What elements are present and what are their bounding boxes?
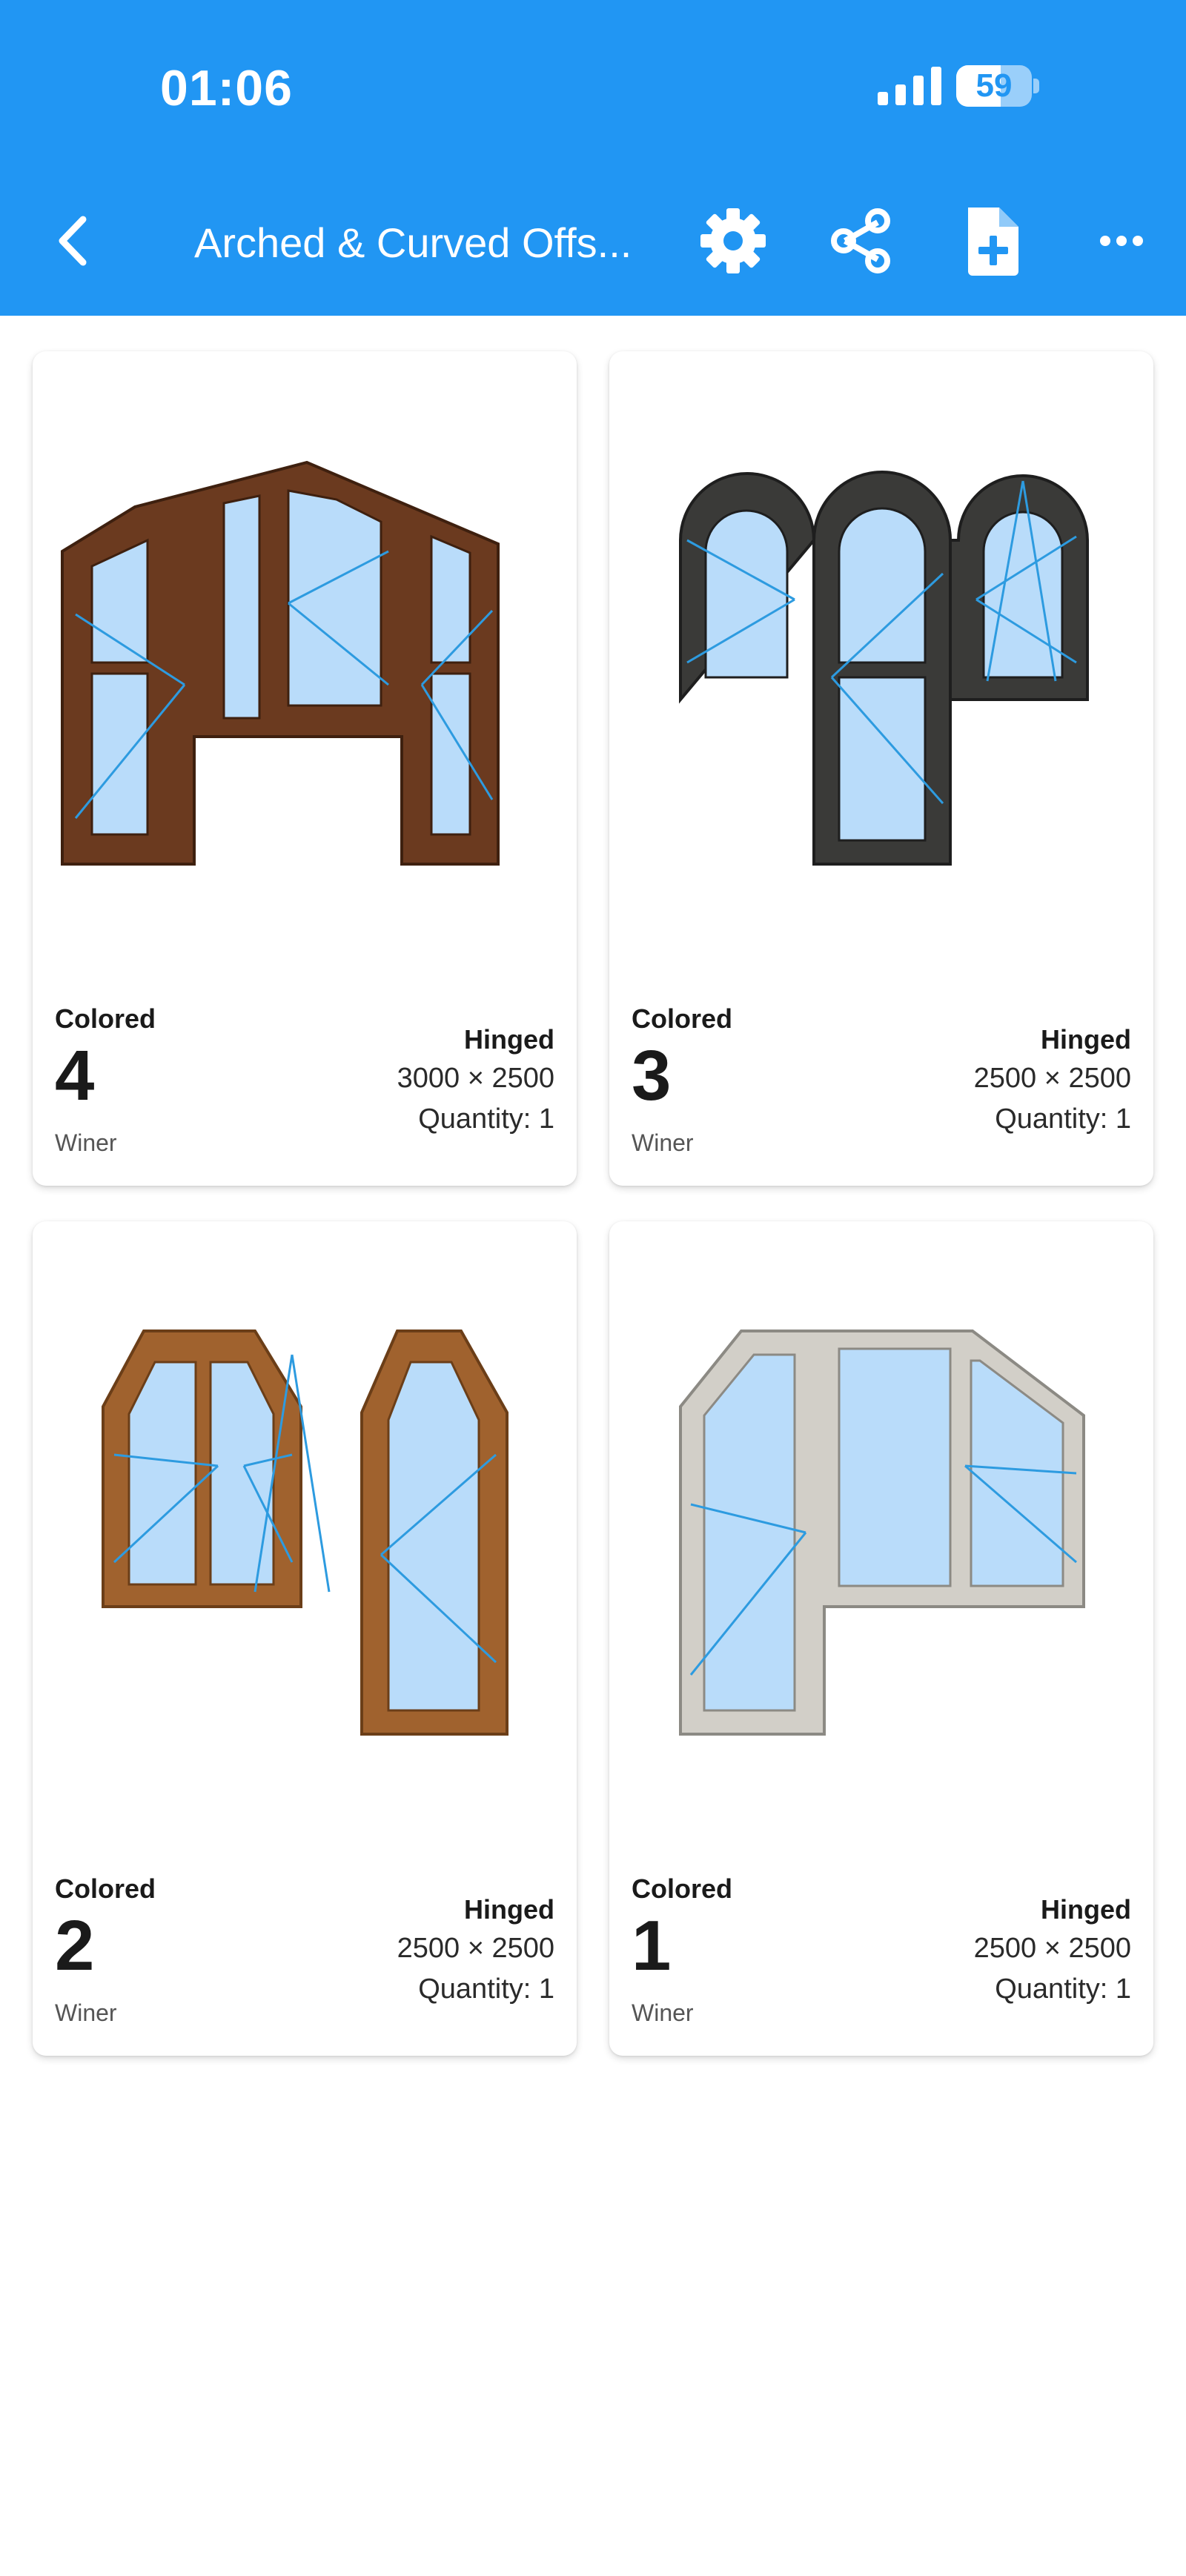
chevron-left-icon [59, 216, 87, 266]
card-brand: Winer [632, 1999, 694, 2026]
glass-pane [838, 1347, 952, 1587]
card-type: Hinged [1041, 1024, 1131, 1055]
battery-percent: 59 [975, 67, 1013, 104]
card-dimensions: 2500 × 2500 [397, 1933, 554, 1964]
battery-indicator: 59 [956, 65, 1039, 107]
window-drawing [61, 460, 500, 866]
glass-pane [704, 509, 789, 679]
card-color: Colored [632, 1873, 733, 1904]
card-brand: Winer [632, 1129, 694, 1156]
status-time: 01:06 [160, 60, 293, 116]
card-dimensions: 2500 × 2500 [973, 1933, 1131, 1964]
cellular-signal-icon [878, 67, 941, 105]
glass-pane [90, 672, 149, 836]
share-icon [831, 208, 890, 273]
page-title: Arched & Curved Offs... [194, 219, 632, 266]
glass-pane [838, 507, 927, 664]
card-brand: Winer [55, 1129, 117, 1156]
add-document-button[interactable] [952, 200, 1033, 282]
card-type: Hinged [464, 1894, 554, 1925]
window-drawing [679, 471, 1089, 866]
card-quantity: Quantity: 1 [995, 1103, 1131, 1135]
product-card[interactable]: Colored 4 Winer Hinged 3000 × 2500 Quant… [33, 351, 577, 1186]
product-card[interactable]: Colored 2 Winer Hinged 2500 × 2500 Quant… [33, 1221, 577, 2056]
card-color: Colored [55, 1873, 156, 1904]
card-color: Colored [55, 1003, 156, 1034]
card-number: 3 [632, 1036, 672, 1115]
glass-pane [222, 494, 261, 720]
card-brand: Winer [55, 1999, 117, 2026]
add-document-icon [968, 208, 1018, 276]
card-dimensions: 2500 × 2500 [973, 1063, 1131, 1094]
back-button[interactable] [44, 208, 104, 274]
window-drawing [102, 1330, 508, 1736]
glass-pane [287, 489, 382, 707]
card-quantity: Quantity: 1 [418, 1974, 554, 2005]
card-dimensions: 3000 × 2500 [397, 1063, 554, 1094]
card-number: 1 [632, 1906, 672, 1985]
battery-tip [1033, 79, 1039, 93]
card-type: Hinged [1041, 1894, 1131, 1925]
gear-icon [700, 208, 766, 273]
glass-pane [209, 1361, 275, 1586]
settings-button[interactable] [692, 200, 774, 282]
more-button[interactable] [1081, 200, 1162, 282]
window-drawing [679, 1330, 1085, 1736]
card-type: Hinged [464, 1024, 554, 1055]
glass-pane [703, 1353, 796, 1712]
share-button[interactable] [821, 200, 903, 282]
glass-pane [127, 1361, 197, 1586]
more-horizontal-icon [1100, 236, 1143, 246]
glass-pane [430, 534, 471, 664]
card-number: 2 [55, 1906, 95, 1985]
product-card[interactable]: Colored 3 Winer Hinged 2500 × 2500 Quant… [609, 351, 1153, 1186]
app-header: 01:06 59 Arched & Curved Offs... [0, 0, 1186, 316]
product-card[interactable]: Colored 1 Winer Hinged 2500 × 2500 Quant… [609, 1221, 1153, 2056]
card-number: 4 [55, 1036, 95, 1115]
card-quantity: Quantity: 1 [995, 1974, 1131, 2005]
card-quantity: Quantity: 1 [418, 1103, 554, 1135]
card-color: Colored [632, 1003, 733, 1034]
